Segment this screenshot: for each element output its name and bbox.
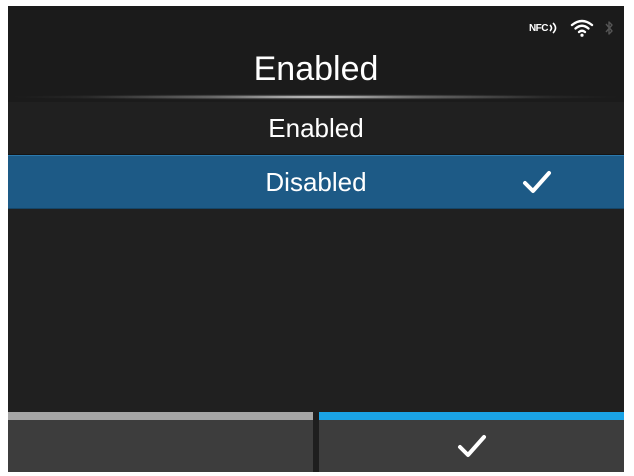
option-item-disabled[interactable]: Disabled [8, 155, 624, 209]
status-bar: NFC [8, 6, 624, 46]
check-icon [523, 171, 551, 193]
confirm-button[interactable] [319, 412, 624, 472]
option-list: Enabled Disabled [8, 102, 624, 412]
option-label: Enabled [268, 112, 364, 143]
option-label: Disabled [265, 166, 367, 197]
nfc-label: NFC [528, 22, 549, 34]
footer-bar [8, 412, 624, 472]
bluetooth-icon [605, 21, 613, 35]
title-underline-glow [8, 94, 624, 100]
nfc-icon: NFC [529, 21, 560, 35]
check-icon [457, 435, 486, 457]
status-icons: NFC [529, 18, 614, 38]
device-screen: NFC Enabled Enabled Disabled [8, 6, 624, 472]
nfc-waves-icon [549, 22, 557, 34]
title-area: Enabled [8, 46, 624, 102]
page-title: Enabled [253, 50, 379, 88]
wifi-icon [570, 19, 594, 37]
option-item-enabled[interactable]: Enabled [8, 102, 624, 155]
back-button[interactable] [8, 412, 313, 472]
